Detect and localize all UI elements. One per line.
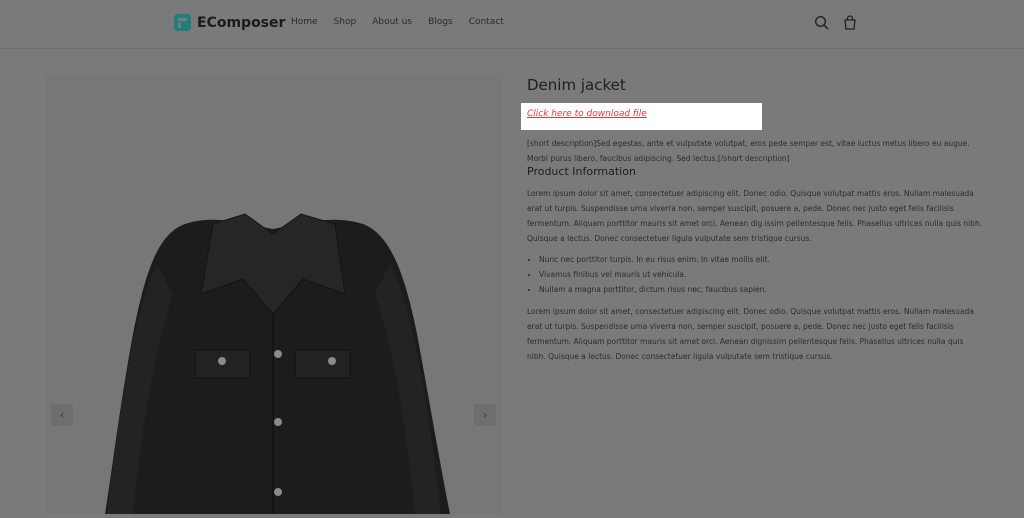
nav-blogs[interactable]: Blogs [428, 17, 453, 27]
nav-home[interactable]: Home [291, 17, 318, 27]
list-item: Nullam a magna porttitor, dictum risus n… [539, 282, 770, 297]
logo-icon [174, 14, 191, 31]
nav-about-us[interactable]: About us [372, 17, 412, 27]
section-title: Product Information [527, 165, 636, 178]
chevron-right-icon: › [482, 408, 488, 422]
download-highlight: Click here to download file [521, 103, 762, 130]
list-item: Nunc nec porttitor turpis. In eu risus e… [539, 252, 770, 267]
cart-icon[interactable] [841, 14, 859, 32]
brand-logo[interactable]: EComposer [174, 14, 285, 31]
denim-jacket-image [105, 213, 450, 514]
main-nav: Home Shop About us Blogs Contact [291, 17, 520, 27]
list-item: Vivamus finibus vel mauris ut vehicula. [539, 267, 770, 282]
short-description: [short description]Sed egestas, ante et … [527, 139, 970, 163]
nav-contact[interactable]: Contact [469, 17, 504, 27]
paragraph-1: Lorem ipsum dolor sit amet, consectetuer… [527, 189, 983, 243]
product-title: Denim jacket [527, 76, 626, 94]
brand-name: EComposer [197, 14, 286, 31]
product-gallery: ‹ › [45, 74, 502, 514]
site-header: EComposer Home Shop About us Blogs Conta… [0, 0, 1024, 49]
bullet-list: Nunc nec porttitor turpis. In eu risus e… [527, 252, 770, 297]
paragraph-2: Lorem ipsum dolor sit amet, consectetuer… [527, 307, 974, 361]
nav-shop[interactable]: Shop [334, 17, 357, 27]
gallery-next-button[interactable]: › [474, 404, 496, 426]
chevron-left-icon: ‹ [59, 408, 65, 422]
search-icon[interactable] [813, 14, 831, 32]
gallery-prev-button[interactable]: ‹ [51, 404, 73, 426]
download-link[interactable]: Click here to download file [527, 109, 647, 119]
